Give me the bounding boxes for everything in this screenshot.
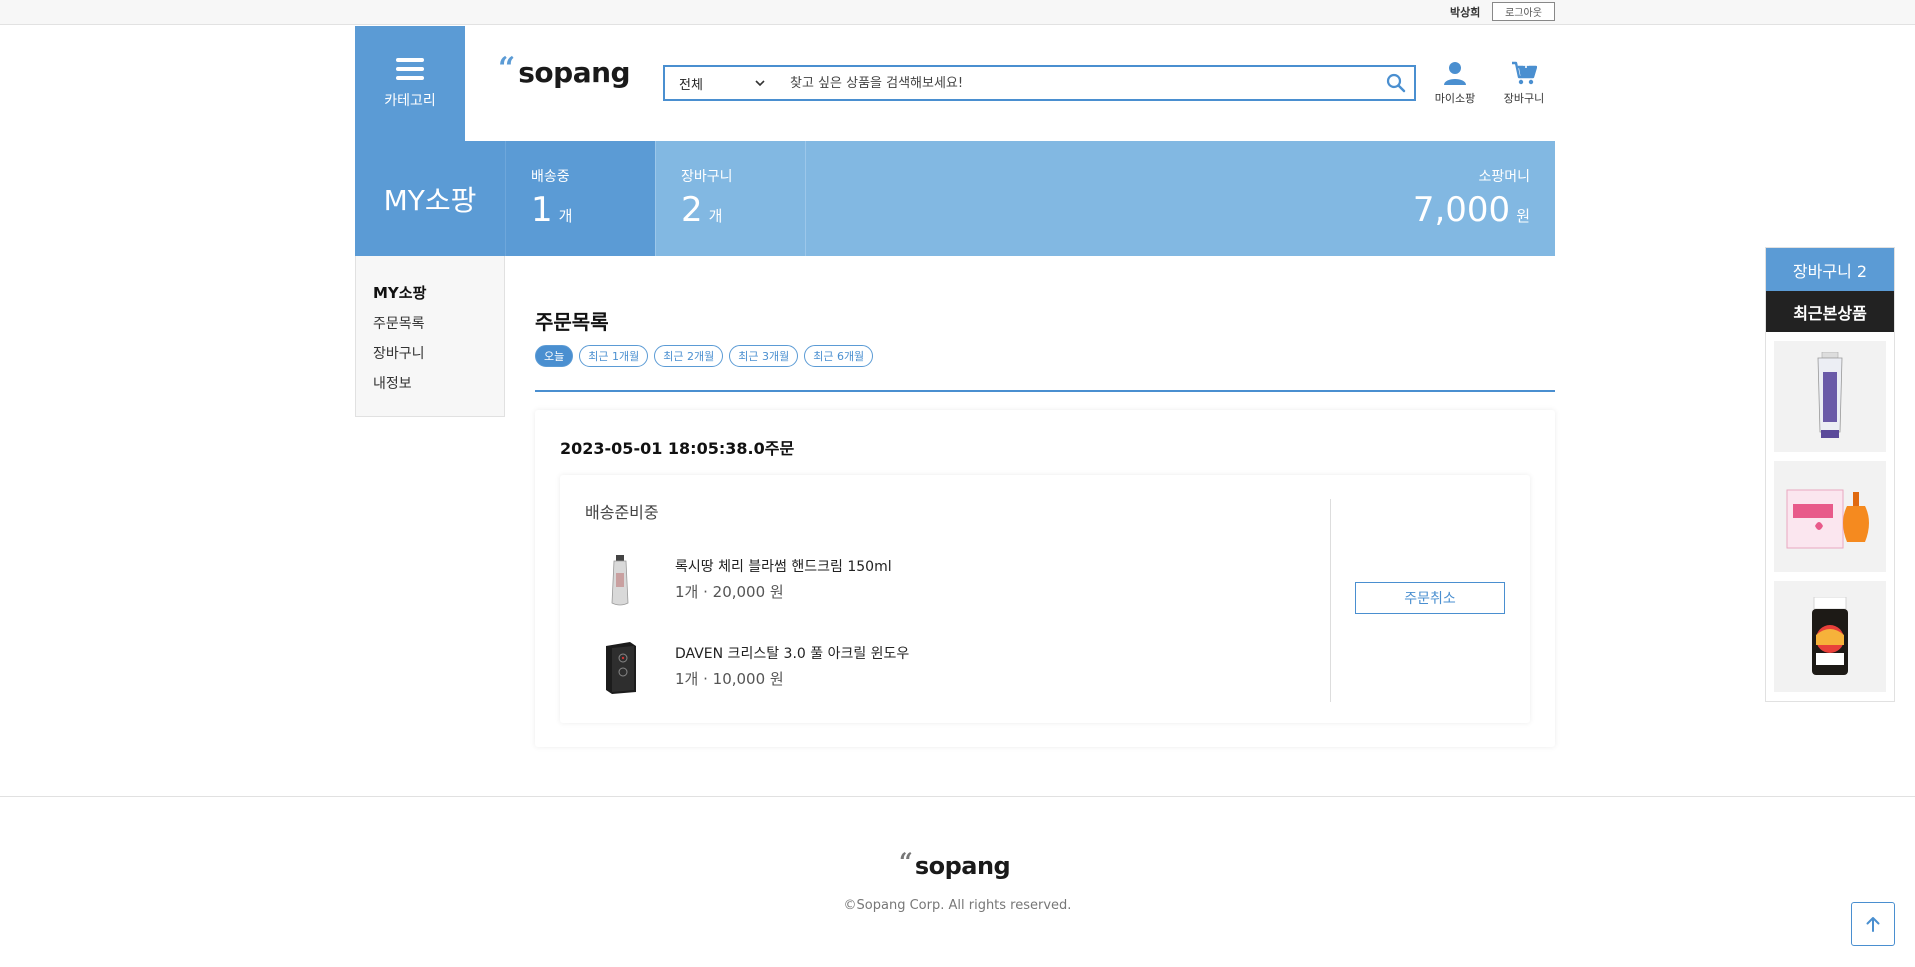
- recent-products-heading: 최근본상품: [1766, 291, 1894, 332]
- money-value: 7,000: [1412, 190, 1511, 230]
- logout-button[interactable]: 로그아웃: [1492, 2, 1555, 21]
- order-item: 록시땅 체리 블라썸 핸드크림 150ml 1개 · 20,000 원: [595, 553, 1195, 613]
- order-items-card: 배송준비중 록시땅 체리 블라썸 핸드크림 150ml 1개 · 20,000 …: [560, 475, 1530, 723]
- order-status: 배송준비중: [585, 503, 659, 522]
- search-scope-select[interactable]: 전체: [665, 67, 780, 99]
- product-thumbnail-handcream[interactable]: [595, 553, 645, 609]
- filter-2-months[interactable]: 최근 2개월: [654, 345, 724, 367]
- search-scope-value: 전체: [679, 77, 703, 93]
- product-name[interactable]: 록시땅 체리 블라썸 핸드크림 150ml: [675, 556, 892, 576]
- mypage-link[interactable]: 마이소팡: [1425, 60, 1485, 106]
- filter-today[interactable]: 오늘: [535, 345, 574, 367]
- shipping-summary[interactable]: 배송중 1개: [505, 141, 655, 256]
- product-name[interactable]: DAVEN 크리스탈 3.0 풀 아크릴 윈도우: [675, 643, 909, 663]
- category-button[interactable]: 카테고리: [355, 26, 465, 141]
- recent-products-sidebar: 장바구니 2 최근본상품: [1765, 247, 1895, 702]
- cart-link[interactable]: 장바구니: [1494, 60, 1554, 106]
- search-button[interactable]: [1378, 67, 1414, 99]
- shipping-count: 1: [531, 190, 553, 230]
- recent-product-supplement[interactable]: [1774, 581, 1886, 692]
- user-name: 박상희: [1450, 6, 1481, 19]
- vertical-divider: [1330, 499, 1331, 702]
- orders-title: 주문목록: [535, 310, 609, 334]
- money-label: 소팡머니: [1478, 169, 1530, 185]
- money-summary: 소팡머니 7,000 원: [805, 141, 1555, 256]
- period-filters: 오늘 최근 1개월 최근 2개월 최근 3개월 최근 6개월: [535, 345, 874, 367]
- cart-label: 장바구니: [1503, 92, 1545, 105]
- cart-count: 2: [681, 190, 703, 230]
- filter-1-month[interactable]: 최근 1개월: [579, 345, 649, 367]
- arrow-up-icon: [1866, 917, 1880, 932]
- shipping-unit: 개: [558, 207, 573, 225]
- site-logo[interactable]: “ sopang: [498, 51, 631, 89]
- search-bar: 전체: [663, 65, 1416, 101]
- footer-logo-text: sopang: [914, 852, 1011, 880]
- footer-logo-quote-mark: “: [899, 847, 913, 876]
- product-qty-price: 1개 · 20,000 원: [675, 583, 784, 601]
- product-thumbnail-pc-case[interactable]: [595, 640, 645, 696]
- orders-divider: [535, 390, 1555, 392]
- filter-3-months[interactable]: 최근 3개월: [729, 345, 799, 367]
- scroll-to-top-button[interactable]: [1851, 902, 1895, 946]
- money-unit: 원: [1516, 207, 1530, 225]
- recent-product-toothpaste[interactable]: [1774, 341, 1886, 452]
- sidenav-item-orders[interactable]: 주문목록: [373, 313, 504, 333]
- footer-divider: [0, 796, 1915, 797]
- cancel-order-button[interactable]: 주문취소: [1355, 582, 1505, 614]
- order-card: 2023-05-01 18:05:38.0주문 배송준비중 록시땅 체리 블라썸…: [535, 410, 1555, 747]
- side-navigation: MY소팡 주문목록 장바구니 내정보: [355, 256, 505, 417]
- banner-title: MY소팡: [355, 141, 505, 256]
- shipping-label: 배송중: [531, 169, 570, 185]
- sidenav-item-cart[interactable]: 장바구니: [373, 343, 504, 363]
- cart-icon: [1512, 61, 1537, 85]
- cart-unit: 개: [708, 207, 723, 225]
- my-summary-banner: MY소팡 배송중 1개 장바구니 2개 소팡머니 7,000 원: [355, 141, 1555, 256]
- hamburger-icon: [396, 57, 424, 80]
- category-label: 카테고리: [384, 92, 436, 109]
- sidenav-item-myinfo[interactable]: 내정보: [373, 373, 504, 393]
- chevron-down-icon: [755, 80, 765, 87]
- search-icon: [1386, 73, 1406, 93]
- mypage-label: 마이소팡: [1434, 92, 1476, 105]
- product-qty-price: 1개 · 10,000 원: [675, 670, 784, 688]
- sidebar-cart-button[interactable]: 장바구니 2: [1766, 248, 1894, 291]
- logo-text: sopang: [518, 56, 631, 89]
- sidenav-heading[interactable]: MY소팡: [373, 282, 504, 303]
- filter-6-months[interactable]: 최근 6개월: [804, 345, 874, 367]
- user-icon: [1444, 62, 1466, 85]
- logo-quote-mark: “: [498, 51, 516, 86]
- cart-summary-label: 장바구니: [681, 169, 733, 185]
- footer-logo: “ sopang: [899, 847, 1011, 880]
- order-date: 2023-05-01 18:05:38.0주문: [560, 439, 795, 458]
- order-item: DAVEN 크리스탈 3.0 풀 아크릴 윈도우 1개 · 10,000 원: [595, 640, 1195, 700]
- search-input[interactable]: [780, 67, 1378, 99]
- cart-summary[interactable]: 장바구니 2개: [655, 141, 805, 256]
- copyright-text: ©Sopang Corp. All rights reserved.: [843, 898, 1072, 913]
- top-utility-bar: 박상희 로그아웃: [0, 0, 1915, 25]
- recent-product-eyedrops[interactable]: [1774, 461, 1886, 572]
